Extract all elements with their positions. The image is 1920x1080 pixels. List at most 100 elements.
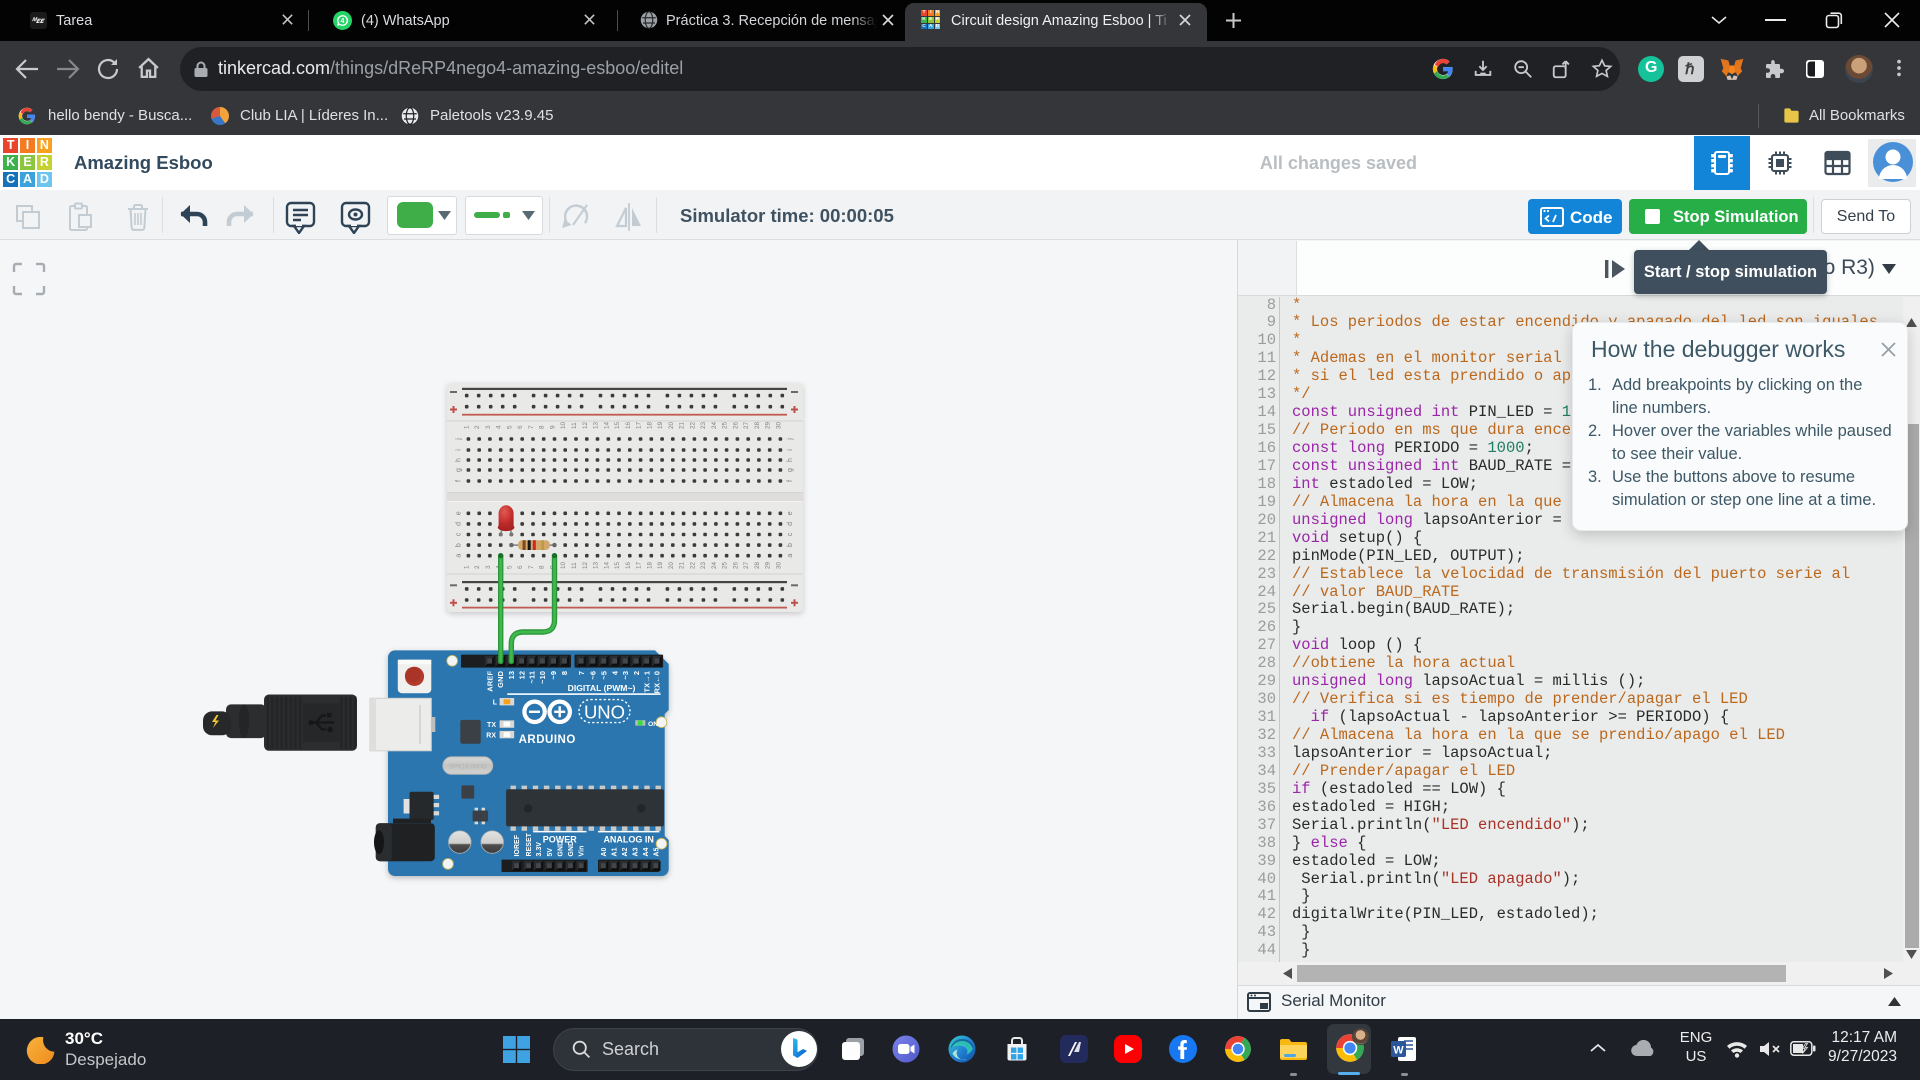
svg-text:19: 19 xyxy=(657,561,664,569)
svg-text:21: 21 xyxy=(679,561,686,569)
svg-text:g: g xyxy=(456,468,463,472)
svg-text:23: 23 xyxy=(700,421,707,429)
svg-text:a: a xyxy=(456,554,463,558)
svg-text:2: 2 xyxy=(474,425,481,429)
svg-text:j: j xyxy=(456,438,463,441)
svg-text:8: 8 xyxy=(539,425,546,429)
svg-text:15: 15 xyxy=(614,421,621,429)
svg-text:A1: A1 xyxy=(612,847,619,856)
svg-text:RX←0: RX←0 xyxy=(653,671,662,694)
svg-text:6: 6 xyxy=(517,565,524,569)
svg-text:24: 24 xyxy=(711,561,718,569)
svg-text:h: h xyxy=(787,458,794,462)
svg-text:7: 7 xyxy=(528,565,535,569)
svg-text:~6: ~6 xyxy=(589,671,598,680)
svg-text:13: 13 xyxy=(593,421,600,429)
svg-text:12: 12 xyxy=(582,421,589,429)
svg-text:28: 28 xyxy=(754,421,761,429)
svg-text:A5: A5 xyxy=(653,847,660,856)
svg-text:9: 9 xyxy=(550,425,557,429)
svg-text:~9: ~9 xyxy=(549,671,558,680)
svg-text:f: f xyxy=(787,480,794,482)
svg-text:DIGITAL (PWM~): DIGITAL (PWM~) xyxy=(568,683,636,693)
svg-text:RX: RX xyxy=(486,733,496,740)
svg-text:g: g xyxy=(787,468,794,472)
svg-text:A0: A0 xyxy=(601,847,608,856)
svg-text:UNO: UNO xyxy=(584,702,625,723)
svg-text:1: 1 xyxy=(463,565,470,569)
svg-text:1: 1 xyxy=(463,425,470,429)
svg-text:~11: ~11 xyxy=(528,671,537,684)
svg-text:16: 16 xyxy=(625,421,632,429)
svg-text:A4: A4 xyxy=(643,847,650,856)
svg-text:15: 15 xyxy=(614,561,621,569)
svg-text:20: 20 xyxy=(668,561,675,569)
svg-text:22: 22 xyxy=(689,561,696,569)
svg-text:7: 7 xyxy=(577,671,586,675)
svg-text:13: 13 xyxy=(593,561,600,569)
svg-text:30: 30 xyxy=(775,561,782,569)
svg-text:14: 14 xyxy=(603,421,610,429)
svg-text:e: e xyxy=(456,511,463,515)
svg-text:TX: TX xyxy=(487,722,496,729)
svg-text:ON: ON xyxy=(648,721,658,728)
svg-text:20: 20 xyxy=(668,421,675,429)
svg-text:A2: A2 xyxy=(622,847,629,856)
svg-text:7: 7 xyxy=(528,425,535,429)
svg-text:11: 11 xyxy=(571,562,578,569)
svg-text:IOREF: IOREF xyxy=(514,835,521,857)
svg-text:W: W xyxy=(1393,1045,1404,1057)
svg-text:4: 4 xyxy=(341,18,345,25)
svg-text:A3: A3 xyxy=(633,847,640,856)
svg-text:25: 25 xyxy=(722,421,729,429)
svg-text:3: 3 xyxy=(485,425,492,429)
svg-text:GND: GND xyxy=(496,670,505,687)
svg-text:18: 18 xyxy=(646,421,653,429)
svg-text:25: 25 xyxy=(722,561,729,569)
svg-text:~5: ~5 xyxy=(599,671,608,680)
svg-text:c: c xyxy=(456,532,463,536)
svg-text:4: 4 xyxy=(496,425,503,429)
svg-text:b: b xyxy=(456,543,463,547)
svg-text:12: 12 xyxy=(582,561,589,569)
svg-text:21: 21 xyxy=(679,421,686,429)
svg-text:d: d xyxy=(456,522,463,526)
svg-text:Vin: Vin xyxy=(579,846,586,857)
svg-text:GND: GND xyxy=(557,841,564,857)
svg-text:TX→1: TX→1 xyxy=(642,671,651,693)
svg-text:3.3V: 3.3V xyxy=(536,842,543,857)
svg-text:5: 5 xyxy=(506,565,513,569)
svg-text:b: b xyxy=(787,543,794,547)
svg-text:ARDUINO: ARDUINO xyxy=(519,734,576,746)
svg-text:26: 26 xyxy=(732,561,739,569)
svg-text:27: 27 xyxy=(743,421,750,429)
svg-text:h: h xyxy=(456,458,463,462)
svg-text:11: 11 xyxy=(571,422,578,429)
svg-text:2: 2 xyxy=(632,671,641,675)
svg-text:a: a xyxy=(787,554,794,558)
svg-text:8: 8 xyxy=(560,671,569,675)
svg-text:j: j xyxy=(787,438,794,441)
svg-text:13: 13 xyxy=(507,671,516,680)
svg-text:f: f xyxy=(456,480,463,482)
svg-text:12: 12 xyxy=(517,671,526,680)
svg-text:~10: ~10 xyxy=(538,671,547,684)
svg-text:29: 29 xyxy=(765,561,772,569)
svg-text:10: 10 xyxy=(560,561,567,569)
svg-text:L: L xyxy=(493,699,498,706)
svg-text:19: 19 xyxy=(657,421,664,429)
svg-text:4: 4 xyxy=(610,670,619,675)
svg-text:e: e xyxy=(787,511,794,515)
svg-text:29: 29 xyxy=(765,421,772,429)
svg-text:23: 23 xyxy=(700,561,707,569)
svg-text:d: d xyxy=(787,522,794,526)
svg-text:SPK16.000G: SPK16.000G xyxy=(449,764,487,771)
svg-text:c: c xyxy=(787,532,794,536)
svg-text:10: 10 xyxy=(560,421,567,429)
svg-text:3: 3 xyxy=(485,565,492,569)
svg-text:6: 6 xyxy=(517,425,524,429)
svg-text:8: 8 xyxy=(539,565,546,569)
svg-text:5: 5 xyxy=(506,425,513,429)
svg-text:24: 24 xyxy=(711,421,718,429)
svg-text:5V: 5V xyxy=(547,848,554,857)
